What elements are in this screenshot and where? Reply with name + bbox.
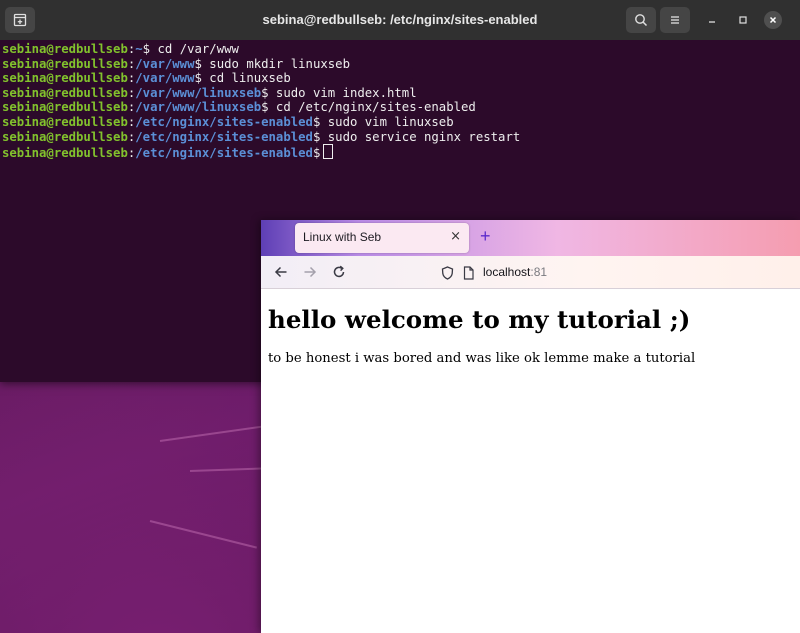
hamburger-menu-icon [671,16,679,24]
terminal-cursor [323,144,334,160]
prompt-path: /etc/nginx/sites-enabled [135,114,313,129]
command-text: $ sudo vim linuxseb [312,114,454,129]
minimize-icon [709,21,715,23]
command-text: $ cd /var/www [142,42,239,56]
prompt-path: /var/www/linuxseb [135,85,262,100]
url-text[interactable]: localhost:81 [483,265,547,279]
command-text: $ sudo vim index.html [261,85,417,100]
prompt-user: sebina@redbullseb [2,100,128,115]
prompt-user: sebina@redbullseb [2,42,128,56]
command-text: $ cd /etc/nginx/sites-enabled [261,100,476,115]
url-host: localhost [483,265,531,279]
prompt-path: /etc/nginx/sites-enabled [135,129,313,144]
wallpaper-streak [189,467,270,472]
menu-button[interactable] [660,7,690,33]
forward-button[interactable] [300,262,320,282]
page-info-icon[interactable] [463,265,474,284]
command-text: $ sudo mkdir linuxseb [194,56,350,71]
terminal-line: sebina@redbullseb:/etc/nginx/sites-enabl… [2,115,800,130]
prompt-path: ~ [135,42,143,56]
prompt-path: /var/www [135,56,195,71]
command-text: $ sudo service nginx restart [312,129,521,144]
browser-tab-bar[interactable]: Linux with Seb × + [261,220,800,256]
page-paragraph: to be honest i was bored and was like ok… [268,351,696,366]
terminal-line: sebina@redbullseb:/var/www$ sudo mkdir l… [2,57,800,72]
reload-icon [333,265,345,278]
browser-window[interactable]: Linux with Seb × + localhost:81 hello we… [261,220,800,633]
wallpaper-streak [149,520,257,549]
prompt-user: sebina@redbullseb [2,146,128,161]
prompt-user: sebina@redbullseb [2,129,128,144]
minimize-button[interactable] [703,11,721,29]
terminal-line: sebina@redbullseb:/etc/nginx/sites-enabl… [2,130,800,145]
page-heading: hello welcome to my tutorial ;) [268,305,691,334]
page-content: hello welcome to my tutorial ;) to be ho… [261,289,800,633]
prompt-user: sebina@redbullseb [2,85,128,100]
prompt-user: sebina@redbullseb [2,56,128,71]
terminal-line: sebina@redbullseb:~$ cd /var/www [2,42,800,57]
wallpaper-streak [159,424,270,442]
command-text: $ cd linuxseb [194,71,291,86]
maximize-icon [739,16,747,24]
new-tab-button[interactable]: + [480,226,491,247]
search-icon [635,14,648,27]
terminal-line: sebina@redbullseb:/var/www/linuxseb$ cd … [2,100,800,115]
prompt-user: sebina@redbullseb [2,114,128,129]
shield-icon[interactable] [441,265,454,284]
back-arrow-icon [274,266,287,278]
tab-close-button[interactable]: × [450,229,461,244]
tab-title: Linux with Seb [303,230,382,244]
search-button[interactable] [626,7,656,33]
close-icon [769,16,777,24]
browser-nav-bar: localhost:81 [261,256,800,289]
reload-button[interactable] [329,262,349,282]
prompt-path: /var/www [135,71,195,86]
terminal-line: sebina@redbullseb:/etc/nginx/sites-enabl… [2,144,800,161]
terminal-line: sebina@redbullseb:/var/www$ cd linuxseb [2,71,800,86]
close-button[interactable] [764,11,782,29]
url-port: :81 [530,265,548,279]
prompt-path: /etc/nginx/sites-enabled [135,146,313,161]
prompt-path: /var/www/linuxseb [135,100,262,115]
forward-arrow-icon [304,266,317,278]
prompt-user: sebina@redbullseb [2,71,128,86]
terminal-line: sebina@redbullseb:/var/www/linuxseb$ sud… [2,86,800,101]
url-bar[interactable]: localhost:81 [433,259,793,285]
back-button[interactable] [271,262,291,282]
command-text: $ [312,146,321,161]
maximize-button[interactable] [734,11,752,29]
terminal-titlebar[interactable]: sebina@redbullseb: /etc/nginx/sites-enab… [0,0,800,41]
tab-linux-with-seb[interactable]: Linux with Seb × [295,223,469,253]
